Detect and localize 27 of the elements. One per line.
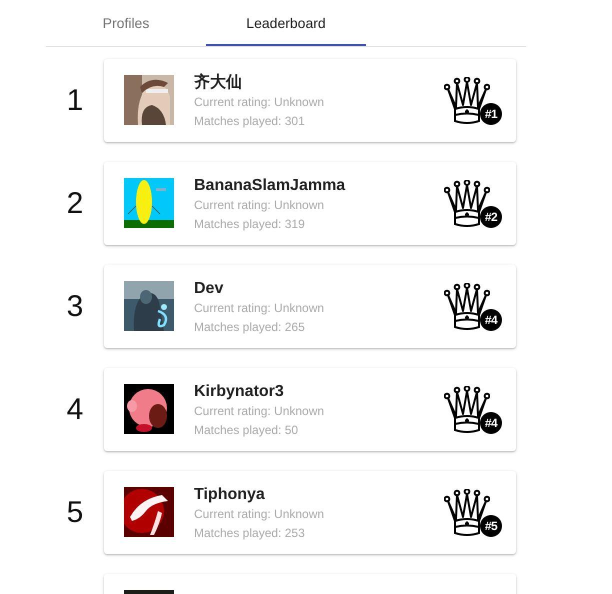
matches-text: Matches played: 50 <box>194 422 300 439</box>
rank-number: 1 <box>66 84 84 118</box>
tab[interactable]: Leaderboard <box>206 0 366 46</box>
player-name: Kirbynator3 <box>194 382 285 402</box>
rank-number: 2 <box>66 187 84 221</box>
rating-text: Current rating: Unknown <box>194 94 326 111</box>
rank-number: 3 <box>66 290 84 324</box>
rating-text: Current rating: Unknown <box>194 300 326 317</box>
player-name: BananaSlamJamma <box>194 176 346 196</box>
tab[interactable]: Profiles <box>46 0 206 46</box>
player-name: Tiphonya <box>194 485 266 505</box>
player-name: 齐大仙 <box>194 73 243 93</box>
matches-text: Matches played: 319 <box>194 216 306 233</box>
rating-text: Current rating: Unknown <box>194 506 326 523</box>
player-name: Dev <box>194 279 224 299</box>
rank-badge: #4 <box>480 309 502 331</box>
rank-badge: #5 <box>480 515 502 537</box>
matches-text: Matches played: 253 <box>194 525 306 542</box>
rank-badge: #4 <box>480 412 502 434</box>
rank-number: 5 <box>66 496 84 530</box>
matches-text: Matches played: 265 <box>194 319 306 336</box>
rank-number: 4 <box>66 393 84 427</box>
matches-text: Matches played: 301 <box>194 113 306 130</box>
rating-text: Current rating: Unknown <box>194 403 326 420</box>
rank-badge: #2 <box>480 206 502 228</box>
rating-text: Current rating: Unknown <box>194 197 326 214</box>
rank-badge: #1 <box>480 103 502 125</box>
